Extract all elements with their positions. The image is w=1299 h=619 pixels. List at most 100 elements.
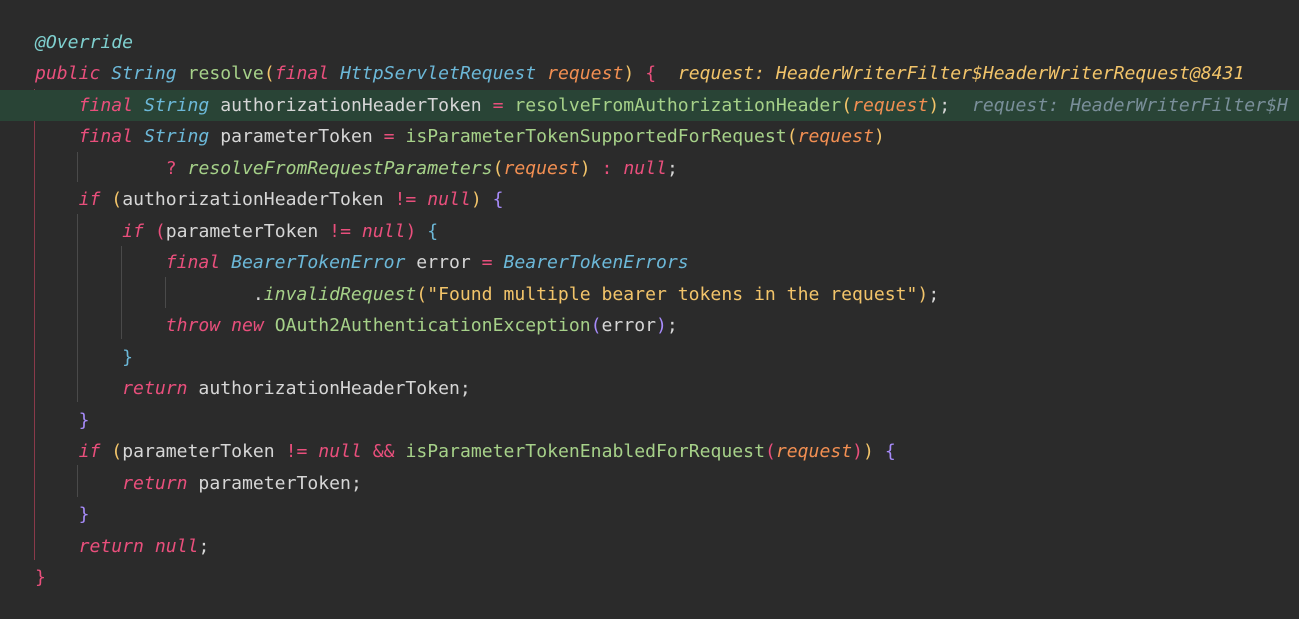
code-line[interactable]: } (0, 342, 1299, 374)
code-line[interactable]: if (parameterToken != null) { (0, 216, 1299, 248)
inlay-hint: request: HeaderWriterFilter$HeaderWriter… (656, 63, 1245, 84)
code-line-text: ? resolveFromRequestParameters(request) … (35, 153, 678, 185)
code-token: ( (841, 94, 853, 116)
code-line[interactable]: } (0, 499, 1299, 531)
code-line-current[interactable]: final String authorizationHeaderToken = … (0, 89, 1299, 121)
code-token: return (122, 378, 188, 399)
code-token: isParameterTokenEnabledForRequest (405, 441, 765, 462)
code-token: if (78, 441, 101, 462)
code-line-text: return authorizationHeaderToken; (35, 373, 471, 405)
code-token: final (165, 252, 221, 273)
code-line[interactable]: final String parameterToken = isParamete… (0, 121, 1299, 153)
code-line-text: if (authorizationHeaderToken != null) { (35, 184, 504, 216)
code-token: request (797, 126, 874, 147)
code-token: != (285, 441, 308, 462)
code-line[interactable]: throw new OAuth2AuthenticationException(… (0, 310, 1299, 342)
code-token: null (427, 189, 471, 210)
code-token: authorizationHeaderToken (187, 378, 460, 399)
code-line[interactable]: return null; (0, 531, 1299, 563)
code-line-text: } (35, 562, 46, 594)
code-line[interactable]: @Override (0, 27, 1299, 59)
code-token: isParameterTokenSupportedForRequest (405, 126, 787, 147)
code-token: return (122, 472, 188, 494)
code-line[interactable]: return parameterToken; (0, 468, 1299, 500)
code-token: request (775, 441, 853, 462)
code-editor[interactable]: @Override public String resolve(final Htt… (0, 0, 1299, 619)
code-line[interactable]: if (parameterToken != null && isParamete… (0, 436, 1299, 468)
code-token: null (361, 220, 406, 242)
code-token: ) (623, 63, 635, 84)
code-token: String (111, 63, 177, 84)
code-token: request (852, 94, 929, 116)
code-token: request (547, 63, 624, 84)
code-token: ( (111, 189, 123, 210)
code-token: ; (666, 157, 678, 179)
code-token: { (645, 63, 657, 84)
code-line[interactable]: return authorizationHeaderToken; (0, 373, 1299, 405)
code-token: null (318, 441, 362, 462)
code-token: "Found multiple bearer tokens in the req… (427, 283, 918, 305)
code-token: OAuth2AuthenticationException (274, 315, 591, 336)
code-token: BearerTokenErrors (503, 252, 689, 273)
code-token: { (427, 220, 439, 242)
code-line-text: if (parameterToken != null) { (35, 216, 438, 248)
code-line-text: @Override (35, 27, 133, 59)
code-line[interactable]: } (0, 405, 1299, 437)
code-token: } (122, 346, 134, 368)
code-token: authorizationHeaderToken (122, 189, 395, 210)
code-token: ) (579, 157, 591, 179)
code-line-text: } (35, 342, 133, 374)
code-token: = (383, 126, 395, 147)
code-token: : (601, 157, 613, 179)
code-token: @Override (35, 31, 134, 53)
code-line[interactable]: ? resolveFromRequestParameters(request) … (0, 153, 1299, 185)
code-token: ; (928, 283, 940, 305)
code-token: ? (165, 157, 177, 179)
code-token: ; (939, 94, 951, 116)
code-token: ( (590, 315, 602, 336)
code-line-text: throw new OAuth2AuthenticationException(… (35, 310, 678, 342)
code-token: resolve (187, 63, 264, 84)
code-token: invalidRequest (263, 283, 417, 305)
code-token: ; (350, 472, 362, 494)
code-token: } (78, 409, 90, 431)
code-line-text: final String parameterToken = isParamete… (35, 121, 885, 153)
code-line[interactable]: if (authorizationHeaderToken != null) { (0, 184, 1299, 216)
code-token: ) (470, 189, 482, 210)
code-line[interactable]: .invalidRequest("Found multiple bearer t… (0, 279, 1299, 311)
code-token: != (394, 189, 417, 210)
code-line-text: public String resolve(final HttpServletR… (35, 58, 1244, 90)
code-line[interactable]: public String resolve(final HttpServletR… (0, 58, 1299, 90)
code-line[interactable]: } (0, 562, 1299, 594)
code-token: if (78, 189, 101, 210)
code-line[interactable]: final BearerTokenError error = BearerTok… (0, 247, 1299, 279)
code-token: if (122, 220, 144, 242)
